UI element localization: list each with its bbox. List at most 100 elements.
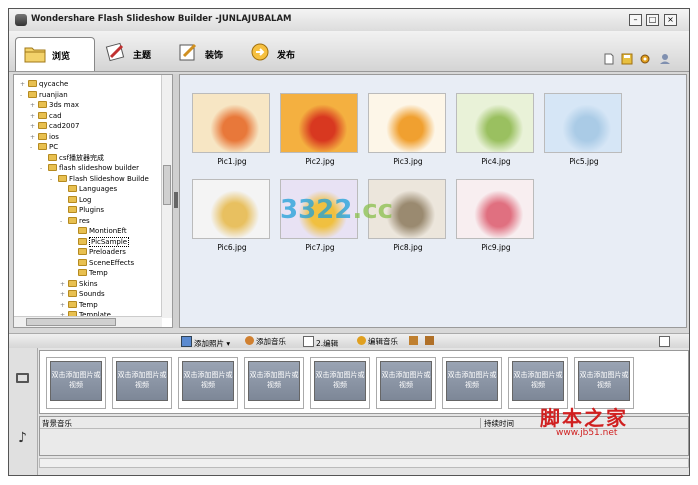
add-music-button[interactable]: 添加音乐 (245, 336, 286, 347)
publish-icon (251, 43, 269, 61)
tree-item[interactable]: + cad (30, 111, 62, 121)
tab-publish[interactable]: 发布 (241, 37, 321, 69)
timeline-slot[interactable]: 双击添加图片或视频 (244, 357, 304, 409)
tree-item[interactable]: Preloaders (70, 247, 126, 257)
photo-filename: Pic3.jpg (393, 157, 423, 166)
tree-expander-icon[interactable]: + (60, 280, 68, 290)
tree-item-label: cad (49, 111, 62, 120)
tree-expander-icon[interactable]: + (30, 112, 38, 122)
tab-theme[interactable]: 主题 (97, 37, 177, 69)
tree-item[interactable]: + Sounds (60, 289, 105, 299)
tree-expander-icon[interactable]: + (20, 80, 28, 90)
tree-item-label: MontionEft (89, 227, 127, 235)
tree-item[interactable]: + Temp (60, 300, 98, 310)
tab-browse[interactable]: 浏览 (15, 37, 95, 71)
tree-expander-icon[interactable]: + (60, 290, 68, 300)
tree-item[interactable]: Plugins (60, 205, 104, 215)
app-logo-icon (15, 14, 27, 26)
site-logo: 脚本之家 (540, 406, 628, 430)
tree-item[interactable]: - res (60, 216, 90, 226)
tree-item[interactable]: csf播放器完成 (40, 153, 104, 163)
photo-thumbnail[interactable]: Pic3.jpg (368, 93, 448, 166)
minimize-button[interactable]: – (629, 14, 642, 26)
folder-tree[interactable]: + qycache - ruanjian +3ds max + cad + cad2007 + io… (13, 74, 173, 328)
photo-filename: Pic4.jpg (481, 157, 511, 166)
splitter-grip[interactable] (174, 192, 178, 208)
timeline-scrollbar[interactable] (39, 458, 689, 468)
edit-music-button[interactable]: 编辑音乐 (357, 336, 398, 347)
tree-item-label: ios (49, 132, 59, 141)
tree-expander-icon[interactable]: - (40, 164, 48, 174)
folder-icon (68, 195, 77, 203)
photo-thumbnail[interactable]: Pic2.jpg (280, 93, 360, 166)
tree-expander-icon[interactable]: + (60, 301, 68, 311)
tree-item[interactable]: Languages (60, 184, 117, 194)
tree-item[interactable]: MontionEft (70, 226, 127, 236)
tree-item[interactable]: + Skins (60, 279, 98, 289)
tree-expander-icon[interactable]: - (50, 175, 58, 185)
tree-item[interactable]: + ios (30, 132, 59, 142)
close-button[interactable]: × (664, 14, 677, 26)
new-project-icon[interactable] (603, 53, 615, 65)
tree-expander-icon[interactable]: + (30, 122, 38, 132)
tree-item[interactable]: - Flash Slideshow Builde (50, 174, 149, 184)
tree-expander-icon[interactable]: - (20, 91, 28, 101)
timeline-slot[interactable]: 双击添加图片或视频 (46, 357, 106, 409)
tree-expander-icon[interactable]: - (60, 217, 68, 227)
tree-item[interactable]: - ruanjian (20, 90, 68, 100)
timeline-slot[interactable]: 双击添加图片或视频 (376, 357, 436, 409)
tree-item[interactable]: + cad2007 (30, 121, 79, 131)
edit-music-icon (357, 336, 366, 345)
slot-placeholder-text: 双击添加图片或视频 (314, 361, 366, 401)
tree-item[interactable]: Temp (70, 268, 108, 278)
tree-item[interactable]: +3ds max (30, 100, 79, 110)
watermark-suffix: .cc (352, 195, 394, 225)
tree-expander-icon[interactable]: - (30, 143, 38, 153)
tree-item[interactable]: - flash slideshow builder (40, 163, 139, 173)
tree-vertical-scrollbar[interactable] (161, 75, 172, 318)
tree-expander-icon[interactable]: + (30, 101, 38, 111)
tree-item-label: Flash Slideshow Builde (69, 174, 149, 183)
tree-item[interactable]: - PC (30, 142, 58, 152)
music-note-icon: ♪ (18, 430, 27, 446)
main-tabs: 浏览 主题 装饰 发布 (9, 31, 689, 72)
tree-horizontal-scrollbar[interactable] (14, 316, 162, 327)
save-icon[interactable] (621, 53, 633, 65)
timeline-track-labels: ♪ (9, 348, 38, 475)
photo-thumbnail[interactable]: Pic9.jpg (456, 179, 536, 252)
folder-icon (68, 290, 77, 297)
slot-placeholder-text: 双击添加图片或视频 (380, 361, 432, 401)
photo-thumbnail[interactable]: Pic1.jpg (192, 93, 272, 166)
tree-scroll-thumb[interactable] (163, 165, 171, 205)
tree-item-label: Sounds (79, 290, 105, 298)
tree-item[interactable]: PicSample (70, 236, 130, 247)
tree-hscroll-thumb[interactable] (26, 318, 116, 326)
tree-expander-icon[interactable]: + (30, 133, 38, 143)
timeline-slot[interactable]: 双击添加图片或视频 (178, 357, 238, 409)
tab-decorate[interactable]: 装饰 (169, 37, 249, 69)
tree-item-label: ruanjian (39, 90, 68, 99)
house-button-2[interactable] (425, 336, 436, 347)
photo-filename: Pic7.jpg (305, 243, 335, 252)
help-user-icon[interactable] (659, 53, 671, 65)
folder-icon (68, 185, 77, 192)
photo-thumbnail[interactable]: Pic6.jpg (192, 179, 272, 252)
window-title: Wondershare Flash Slideshow Builder -JUN… (31, 14, 292, 24)
tree-item[interactable]: Log (60, 195, 92, 205)
slot-placeholder-text: 双击添加图片或视频 (248, 361, 300, 401)
tab-theme-label: 主题 (133, 51, 152, 61)
edit-music-label: 编辑音乐 (368, 337, 398, 346)
timeline-slot[interactable]: 双击添加图片或视频 (112, 357, 172, 409)
timeline-slot[interactable]: 双击添加图片或视频 (310, 357, 370, 409)
house-button-1[interactable] (409, 336, 420, 347)
tree-item[interactable]: + qycache (20, 79, 68, 89)
slot-placeholder-text: 双击添加图片或视频 (578, 361, 630, 401)
folder-icon (78, 227, 87, 234)
tree-item-label: qycache (39, 80, 69, 88)
maximize-button[interactable]: □ (646, 14, 659, 26)
settings-icon[interactable] (639, 53, 651, 65)
timeline-slot[interactable]: 双击添加图片或视频 (442, 357, 502, 409)
photo-thumbnail[interactable]: Pic4.jpg (456, 93, 536, 166)
tree-item[interactable]: SceneEffects (70, 258, 134, 268)
photo-thumbnail[interactable]: Pic5.jpg (544, 93, 624, 166)
